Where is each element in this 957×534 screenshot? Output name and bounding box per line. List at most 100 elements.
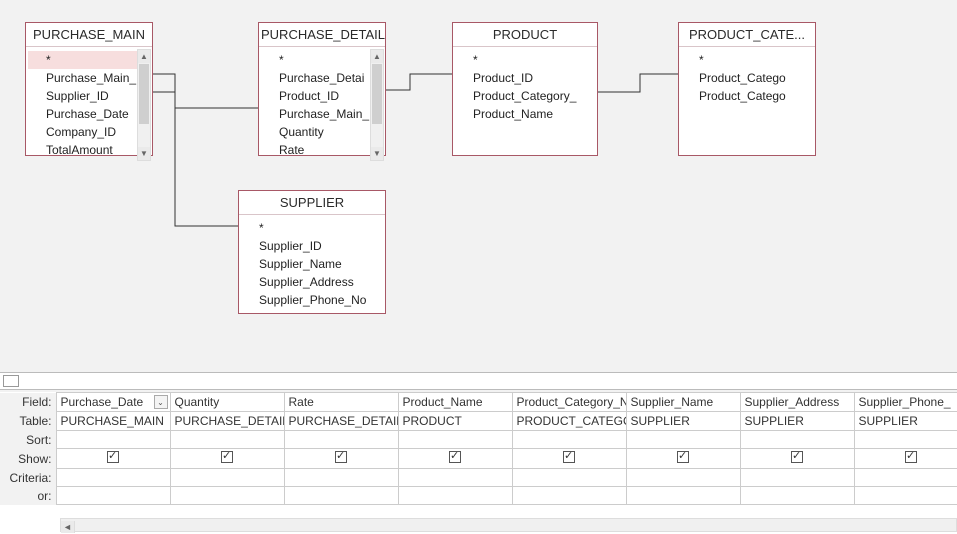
grid-cell-table[interactable]: PRODUCT bbox=[398, 412, 512, 431]
grid-cell-field[interactable]: Quantity bbox=[170, 393, 284, 412]
grid-cell-sort[interactable] bbox=[740, 431, 854, 449]
grid-cell-table[interactable]: SUPPLIER bbox=[854, 412, 957, 431]
field-item[interactable]: TotalAmount bbox=[42, 141, 142, 159]
scroll-down-icon[interactable]: ▼ bbox=[138, 147, 150, 160]
diagram-pane[interactable]: PURCHASE_MAIN * Purchase_Main_ Supplier_… bbox=[0, 0, 957, 370]
table-purchase-detail[interactable]: PURCHASE_DETAIL * Purchase_Detai Product… bbox=[258, 22, 386, 156]
scrollbar-horizontal[interactable]: ◄ bbox=[60, 518, 957, 532]
grid-cell-criteria[interactable] bbox=[512, 469, 626, 487]
field-item[interactable]: Product_ID bbox=[469, 69, 587, 87]
grid-cell-show[interactable] bbox=[512, 449, 626, 469]
grid-cell-or[interactable] bbox=[854, 487, 957, 505]
checkbox-icon[interactable] bbox=[905, 451, 917, 463]
grid-cell-show[interactable] bbox=[170, 449, 284, 469]
query-design-grid[interactable]: Field: Purchase_Date⌄ Quantity Rate Prod… bbox=[0, 392, 957, 534]
grid-cell-sort[interactable] bbox=[512, 431, 626, 449]
scroll-thumb[interactable] bbox=[372, 64, 382, 124]
grid-cell-criteria[interactable] bbox=[854, 469, 957, 487]
checkbox-icon[interactable] bbox=[677, 451, 689, 463]
grid-cell-table[interactable]: PURCHASE_DETAIL bbox=[170, 412, 284, 431]
dropdown-icon[interactable]: ⌄ bbox=[154, 395, 168, 409]
table-product-category[interactable]: PRODUCT_CATE... * Product_Catego Product… bbox=[678, 22, 816, 156]
field-item[interactable]: * bbox=[469, 51, 587, 69]
grid-cell-field[interactable]: Product_Category_Na bbox=[512, 393, 626, 412]
splitter-bar[interactable] bbox=[0, 372, 957, 390]
field-item[interactable]: Product_ID bbox=[275, 87, 375, 105]
field-item[interactable]: * bbox=[255, 219, 375, 237]
grid-cell-or[interactable] bbox=[56, 487, 170, 505]
grid-cell-sort[interactable] bbox=[854, 431, 957, 449]
grid-cell-table[interactable]: PURCHASE_DETAIL bbox=[284, 412, 398, 431]
scrollbar-vertical[interactable]: ▲ ▼ bbox=[137, 49, 151, 161]
grid-cell-show[interactable] bbox=[626, 449, 740, 469]
grid-cell-sort[interactable] bbox=[626, 431, 740, 449]
field-item[interactable]: Supplier_Name bbox=[255, 255, 375, 273]
grid-cell-table[interactable]: SUPPLIER bbox=[626, 412, 740, 431]
scrollbar-vertical[interactable]: ▲ ▼ bbox=[370, 49, 384, 161]
grid-cell-criteria[interactable] bbox=[626, 469, 740, 487]
field-item[interactable]: Product_Catego bbox=[695, 69, 805, 87]
grid-cell-show[interactable] bbox=[56, 449, 170, 469]
field-item[interactable]: Rate bbox=[275, 141, 375, 159]
field-item[interactable]: Purchase_Date bbox=[42, 105, 142, 123]
grid-cell-show[interactable] bbox=[284, 449, 398, 469]
grid-cell-criteria[interactable] bbox=[740, 469, 854, 487]
field-item[interactable]: Supplier_ID bbox=[42, 87, 142, 105]
scroll-left-icon[interactable]: ◄ bbox=[61, 521, 75, 533]
grid-cell-show[interactable] bbox=[854, 449, 957, 469]
table-purchase-main[interactable]: PURCHASE_MAIN * Purchase_Main_ Supplier_… bbox=[25, 22, 153, 156]
field-item[interactable]: Purchase_Main_ bbox=[275, 105, 375, 123]
grid-cell-criteria[interactable] bbox=[170, 469, 284, 487]
grid-cell-table[interactable]: PRODUCT_CATEGORY bbox=[512, 412, 626, 431]
field-item[interactable]: Supplier_Phone_No bbox=[255, 291, 375, 309]
grid-cell-field[interactable]: Purchase_Date⌄ bbox=[56, 393, 170, 412]
grid-cell-sort[interactable] bbox=[56, 431, 170, 449]
field-item[interactable]: Product_Category_ bbox=[469, 87, 587, 105]
grid-cell-field[interactable]: Product_Name bbox=[398, 393, 512, 412]
scroll-thumb[interactable] bbox=[139, 64, 149, 124]
grid-cell-show[interactable] bbox=[398, 449, 512, 469]
table-product[interactable]: PRODUCT * Product_ID Product_Category_ P… bbox=[452, 22, 598, 156]
grid-cell-field[interactable]: Rate bbox=[284, 393, 398, 412]
checkbox-icon[interactable] bbox=[449, 451, 461, 463]
field-item[interactable]: * bbox=[28, 51, 150, 69]
field-item[interactable]: Supplier_Address bbox=[255, 273, 375, 291]
checkbox-icon[interactable] bbox=[791, 451, 803, 463]
grid-cell-table[interactable]: SUPPLIER bbox=[740, 412, 854, 431]
field-item[interactable]: Product_Name bbox=[469, 105, 587, 123]
grid-cell-or[interactable] bbox=[740, 487, 854, 505]
grid-cell-table[interactable]: PURCHASE_MAIN bbox=[56, 412, 170, 431]
field-item[interactable]: * bbox=[275, 51, 375, 69]
field-item[interactable]: Purchase_Main_ bbox=[42, 69, 142, 87]
grid-cell-criteria[interactable] bbox=[56, 469, 170, 487]
grid-cell-show[interactable] bbox=[740, 449, 854, 469]
field-item[interactable]: * bbox=[695, 51, 805, 69]
scroll-up-icon[interactable]: ▲ bbox=[371, 50, 383, 63]
grid-cell-sort[interactable] bbox=[284, 431, 398, 449]
field-item[interactable]: Supplier_ID bbox=[255, 237, 375, 255]
scroll-up-icon[interactable]: ▲ bbox=[138, 50, 150, 63]
grid-cell-field[interactable]: Supplier_Name bbox=[626, 393, 740, 412]
grid-cell-or[interactable] bbox=[626, 487, 740, 505]
field-item[interactable]: Product_Catego bbox=[695, 87, 805, 105]
grid-cell-sort[interactable] bbox=[398, 431, 512, 449]
grid-cell-field[interactable]: Supplier_Phone_ bbox=[854, 393, 957, 412]
checkbox-icon[interactable] bbox=[107, 451, 119, 463]
scroll-down-icon[interactable]: ▼ bbox=[371, 147, 383, 160]
grid-cell-field[interactable]: Supplier_Address bbox=[740, 393, 854, 412]
table-supplier[interactable]: SUPPLIER * Supplier_ID Supplier_Name Sup… bbox=[238, 190, 386, 314]
grid-cell-or[interactable] bbox=[284, 487, 398, 505]
grid-cell-criteria[interactable] bbox=[284, 469, 398, 487]
checkbox-icon[interactable] bbox=[563, 451, 575, 463]
grid-cell-sort[interactable] bbox=[170, 431, 284, 449]
grid-cell-or[interactable] bbox=[398, 487, 512, 505]
field-item[interactable]: Quantity bbox=[275, 123, 375, 141]
grid-cell-or[interactable] bbox=[170, 487, 284, 505]
grid-row-sort: Sort: bbox=[0, 431, 957, 449]
grid-cell-or[interactable] bbox=[512, 487, 626, 505]
checkbox-icon[interactable] bbox=[221, 451, 233, 463]
checkbox-icon[interactable] bbox=[335, 451, 347, 463]
field-item[interactable]: Company_ID bbox=[42, 123, 142, 141]
field-item[interactable]: Purchase_Detai bbox=[275, 69, 375, 87]
grid-cell-criteria[interactable] bbox=[398, 469, 512, 487]
